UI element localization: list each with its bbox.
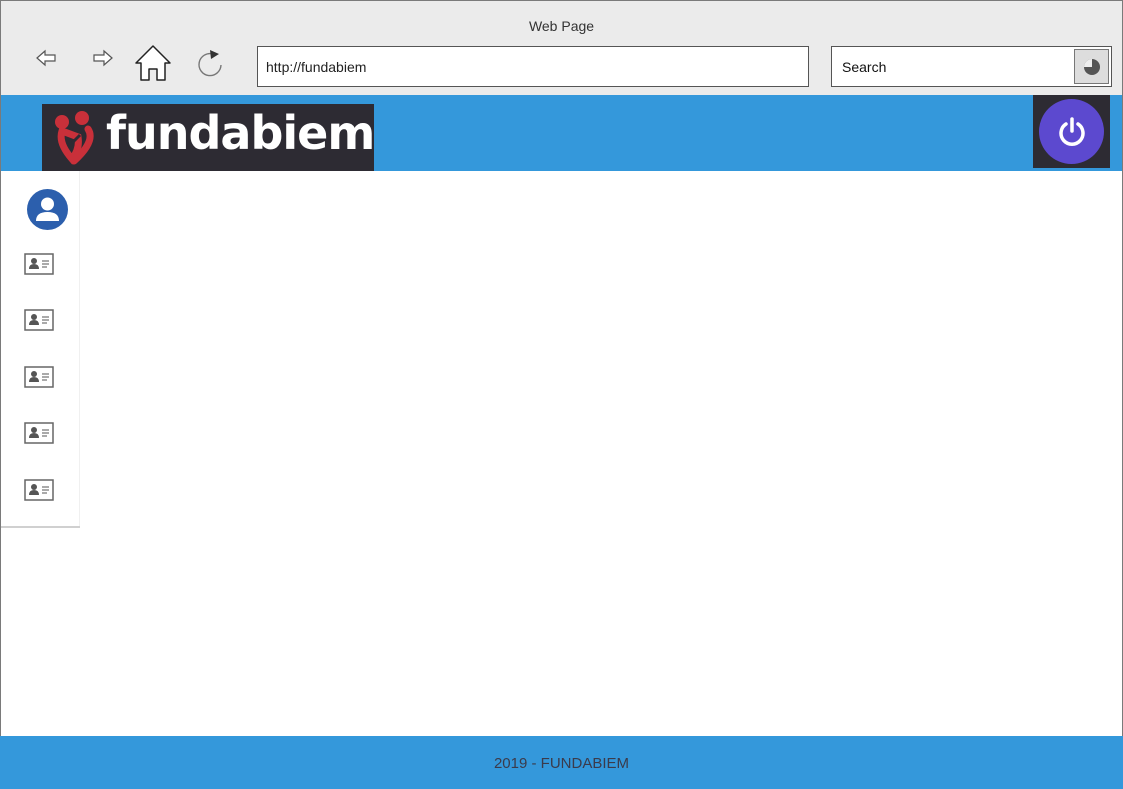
user-icon [36, 197, 59, 221]
forward-button[interactable] [88, 43, 118, 73]
contact-card-icon [24, 309, 54, 331]
back-button[interactable] [31, 43, 61, 73]
search-button[interactable] [1074, 49, 1109, 84]
sidebar [1, 171, 80, 528]
footer-text: 2019 - FUNDABIEM [493, 755, 630, 772]
hands-heart-logo-icon [55, 111, 94, 165]
sidebar-divider [1, 526, 80, 528]
main-content [1, 171, 1122, 737]
power-button-container [1033, 95, 1110, 168]
contact-card-icon [24, 253, 54, 275]
user-avatar[interactable] [27, 189, 68, 230]
logout-button[interactable] [1039, 99, 1104, 164]
power-icon [1058, 116, 1085, 146]
arrow-left-icon [36, 49, 56, 67]
home-button[interactable] [132, 42, 174, 84]
search-field[interactable]: Search [831, 46, 1112, 87]
search-label: Search [842, 59, 887, 75]
sidebar-item-5[interactable] [24, 479, 54, 501]
logo-text: fundabiem [106, 106, 375, 160]
browser-window: Web Page http://fundabiem Search fundabi… [0, 0, 1123, 789]
contact-card-icon [24, 422, 54, 444]
sidebar-item-2[interactable] [24, 309, 54, 331]
arrow-right-icon [93, 49, 113, 67]
search-go-icon [1083, 58, 1100, 75]
browser-toolbar: Web Page http://fundabiem Search [1, 1, 1122, 95]
reload-icon [198, 50, 222, 77]
app-header: fundabiem [1, 95, 1122, 171]
sidebar-item-1[interactable] [24, 253, 54, 275]
fundabiem-logo[interactable]: fundabiem [42, 104, 375, 171]
contact-card-icon [24, 479, 54, 501]
sidebar-item-4[interactable] [24, 422, 54, 444]
page-footer: 2019 - FUNDABIEM [0, 736, 1123, 789]
reload-button[interactable] [193, 47, 227, 81]
window-title: Web Page [528, 18, 595, 34]
sidebar-item-3[interactable] [24, 366, 54, 388]
address-bar[interactable]: http://fundabiem [257, 46, 809, 87]
home-icon [135, 45, 171, 81]
contact-card-icon [24, 366, 54, 388]
